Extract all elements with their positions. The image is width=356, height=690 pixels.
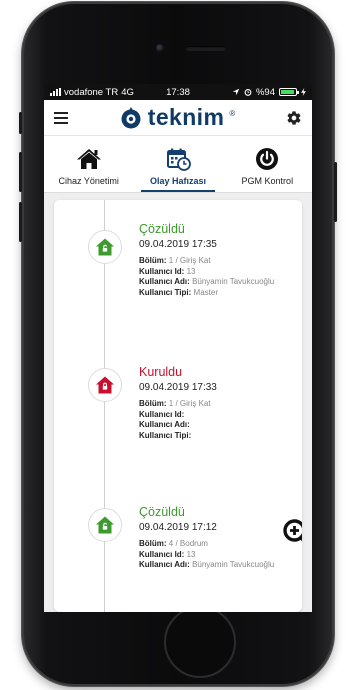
event-user-name-row: Kullanıcı Adı: <box>139 420 190 429</box>
tab-bar: Cihaz Yönetimi Olay Hafızası PGM Kontrol <box>44 136 312 193</box>
battery-percent: %94 <box>255 86 275 98</box>
front-camera <box>156 44 164 52</box>
menu-icon[interactable] <box>54 111 68 124</box>
app-header: teknim ® <box>44 100 312 136</box>
event-status: Çözüldü <box>139 505 185 519</box>
signal-icon <box>50 88 61 96</box>
carrier-name: vodafone TR <box>64 86 119 98</box>
gear-icon[interactable] <box>286 110 302 126</box>
event-status: Kuruldu <box>139 365 183 379</box>
alarm-clock-icon <box>244 88 252 96</box>
tab-event-memory[interactable]: Olay Hafızası <box>133 136 222 192</box>
phone-volume-down <box>19 202 22 242</box>
locked-house-icon <box>88 368 122 402</box>
event-list-container: Çözüldü 09.04.2019 17:35 Bölüm: 1 / Giri… <box>44 194 312 612</box>
charging-bolt-icon <box>301 88 306 96</box>
phone-mute-switch <box>19 112 22 134</box>
registered-mark: ® <box>229 109 236 118</box>
event-user-id-row: Kullanıcı Id: <box>139 409 185 419</box>
unlocked-house-icon <box>88 230 122 264</box>
event-user-name-row: Kullanıcı Adı: Bünyamin Tavukcuoğlu <box>139 560 275 569</box>
event-user-type-row: Kullanıcı Tipi: <box>139 430 192 440</box>
zoom-in-icon[interactable] <box>282 518 302 548</box>
brand-name: teknim <box>147 104 225 130</box>
event-date: 09.04.2019 17:33 <box>139 382 217 393</box>
event-section-row: Bölüm: 4 / Bodrum <box>139 539 208 548</box>
calendar-clock-icon <box>166 148 191 171</box>
tab-pgm-control[interactable]: PGM Kontrol <box>223 136 312 192</box>
teknim-logo: teknim ® <box>68 104 286 131</box>
earpiece-speaker <box>186 46 226 51</box>
app-screen: vodafone TR 4G 17:38 %94 teknim ® Cihaz … <box>44 84 312 612</box>
battery-icon <box>279 88 299 96</box>
event-section-row: Bölüm: 1 / Giriş Kat <box>139 256 211 265</box>
event-date: 09.04.2019 17:35 <box>139 239 217 250</box>
event-user-id-row: Kullanıcı Id: 13 <box>139 266 196 276</box>
tab-device-management[interactable]: Cihaz Yönetimi <box>44 136 133 192</box>
status-bar: vodafone TR 4G 17:38 %94 <box>44 84 312 100</box>
home-button[interactable] <box>164 606 236 678</box>
event-status: Çözüldü <box>139 222 185 236</box>
event-date: 09.04.2019 17:12 <box>139 522 217 533</box>
event-user-name-row: Kullanıcı Adı: Bünyamin Tavukcuoğlu <box>139 277 275 286</box>
event-user-type-row: Kullanıcı Tipi: Master <box>139 287 218 297</box>
unlocked-house-icon <box>88 508 122 542</box>
event-timeline-card[interactable]: Çözüldü 09.04.2019 17:35 Bölüm: 1 / Giri… <box>54 200 302 612</box>
phone-volume-up <box>19 152 22 192</box>
event-user-id-row: Kullanıcı Id: 13 <box>139 549 196 559</box>
network-type: 4G <box>121 86 134 98</box>
home-icon <box>76 149 101 169</box>
teknim-logo-mark-icon <box>121 106 141 128</box>
tab-label: Olay Hafızası <box>149 176 206 186</box>
event-section-row: Bölüm: 1 / Giriş Kat <box>139 399 211 408</box>
power-icon <box>256 148 279 170</box>
tab-label: PGM Kontrol <box>241 176 294 186</box>
phone-power-button <box>334 162 337 222</box>
location-arrow-icon <box>232 88 240 96</box>
tab-label: Cihaz Yönetimi <box>58 176 119 186</box>
